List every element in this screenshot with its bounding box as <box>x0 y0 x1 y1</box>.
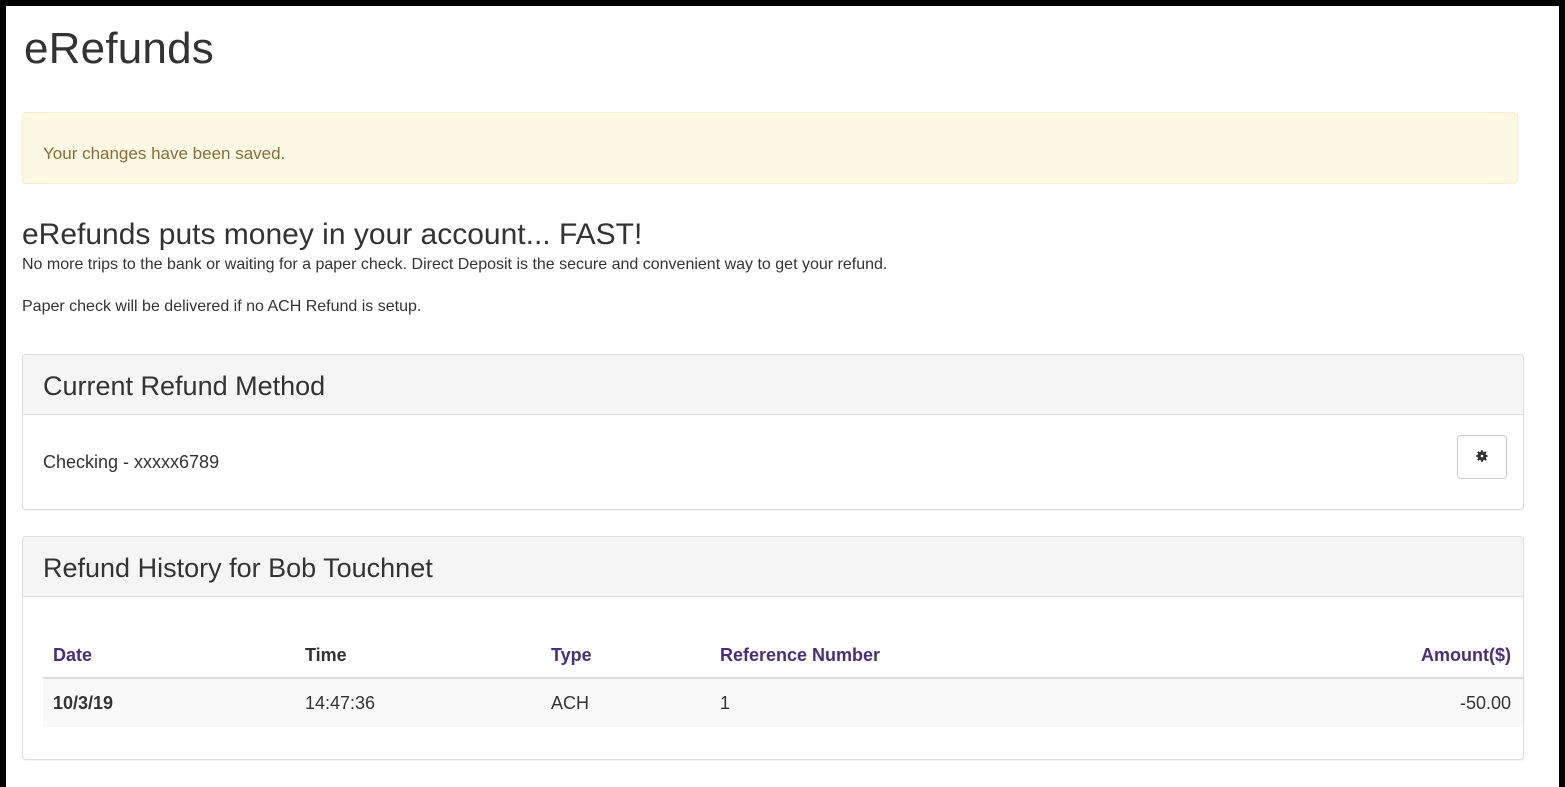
current-refund-method-panel: Current Refund Method Checking - xxxxx67… <box>22 354 1524 510</box>
refund-history-panel: Refund History for Bob Touchnet Date Tim… <box>22 536 1524 760</box>
table-row: 10/3/19 14:47:36 ACH 1 -50.00 <box>43 679 1523 727</box>
cell-amount: -50.00 <box>1459 693 1511 713</box>
column-header-type[interactable]: Type <box>551 645 592 666</box>
cell-date: 10/3/19 <box>53 693 114 713</box>
cell-type: ACH <box>551 693 590 713</box>
intro-description: No more trips to the bank or waiting for… <box>22 256 888 273</box>
intro-headline: eRefunds puts money in your account... F… <box>22 218 643 251</box>
current-refund-method-heading: Current Refund Method <box>23 355 1523 415</box>
column-header-time: Time <box>305 645 347 665</box>
current-refund-method-value: Checking - xxxxx6789 <box>43 452 220 472</box>
page-title: eRefunds <box>24 24 214 73</box>
column-header-reference-number[interactable]: Reference Number <box>720 645 880 666</box>
alert-message: Your changes have been saved. <box>43 144 286 163</box>
refund-history-table: Date Time Type Reference Number Amount($… <box>43 633 1523 727</box>
success-alert: Your changes have been saved. <box>22 112 1518 184</box>
page-frame: eRefunds Your changes have been saved. e… <box>6 6 1559 787</box>
cell-time: 14:47:36 <box>305 693 376 713</box>
refund-method-settings-button[interactable] <box>1457 435 1507 479</box>
refund-history-heading: Refund History for Bob Touchnet <box>23 537 1523 597</box>
column-header-date[interactable]: Date <box>53 645 92 666</box>
gear-icon <box>1475 449 1489 466</box>
table-header-row: Date Time Type Reference Number Amount($… <box>43 633 1523 679</box>
paper-check-note: Paper check will be delivered if no ACH … <box>22 298 422 315</box>
cell-reference-number: 1 <box>720 693 731 713</box>
column-header-amount[interactable]: Amount($) <box>1421 645 1511 666</box>
